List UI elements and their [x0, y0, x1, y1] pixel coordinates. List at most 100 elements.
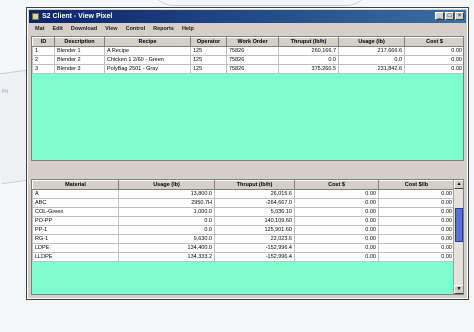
menu-control[interactable]: Control: [122, 26, 150, 32]
table-cell: Blender 1: [54, 46, 105, 56]
table-cell: 75826: [226, 64, 279, 74]
title-bar[interactable]: S2 Client - View Pixel _ □ ×: [29, 10, 466, 23]
table-cell: 0.0: [338, 55, 405, 65]
table-row[interactable]: 2 Blender 2 Chicken 1 2/60 - Green 125 7…: [32, 55, 463, 65]
table-row[interactable]: COL-Green 1,000.0 5,036.10 0.00 0.00: [32, 207, 455, 217]
col-header-thruput[interactable]: Thruput (lb/h): [278, 37, 339, 47]
table-cell: 0.00: [294, 243, 379, 253]
table-row[interactable]: 1 Blender 1 A Recipe 125 75826 260,166.7…: [32, 46, 463, 56]
col-header-cost[interactable]: Cost $: [404, 37, 463, 47]
menu-download[interactable]: Download: [67, 26, 101, 32]
table-cell: 5,036.10: [214, 207, 295, 217]
scroll-up-arrow-icon[interactable]: ▲: [454, 180, 463, 189]
material-pane: Material Usage (lb) Thruput (lb/h) Cost …: [31, 179, 464, 295]
table-cell: A Recipe: [104, 46, 191, 56]
window-app-icon[interactable]: [32, 13, 39, 20]
menu-bar: Mat Edit Download View Control Reports H…: [29, 24, 466, 34]
table-cell: 0.00: [378, 216, 455, 226]
table-cell: 0.00: [378, 198, 455, 208]
table-cell: PP-1: [32, 225, 119, 235]
table-cell: 0.00: [404, 46, 463, 56]
table-cell: 75826: [226, 55, 279, 65]
table-cell: Blender 3: [54, 64, 105, 74]
table-row[interactable]: PP-1 0.0 125,901.60 0.00 0.00: [32, 225, 455, 235]
table-cell: PolyBag 2501 - Gray: [104, 64, 191, 74]
background-decoration: [150, 0, 370, 6]
background-label: Pri: [2, 89, 9, 95]
table-cell: RG-1: [32, 234, 119, 244]
table-cell: 0.00: [294, 252, 379, 262]
col-header-work-order[interactable]: Work Order: [226, 37, 279, 47]
table-cell: 0.00: [294, 207, 379, 217]
scrollbar-thumb[interactable]: [455, 208, 463, 242]
col-header-thruput[interactable]: Thruput (lb/h): [214, 180, 295, 190]
menu-help[interactable]: Help: [178, 26, 198, 32]
table-cell: 0.00: [404, 55, 463, 65]
menu-edit[interactable]: Edit: [48, 26, 66, 32]
table-cell: A: [32, 189, 119, 199]
table-cell: 125: [190, 46, 227, 56]
table-cell: 0.0: [278, 55, 339, 65]
table-row[interactable]: A 13,800.0 26,015.6 0.00 0.00: [32, 189, 455, 199]
table-cell: 134,333.2: [118, 252, 215, 262]
table-cell: 0.00: [378, 234, 455, 244]
table-row[interactable]: LDPE 134,400.0 -152,996.4 0.00 0.00: [32, 243, 455, 253]
table-cell: 26,015.6: [214, 189, 295, 199]
col-header-description[interactable]: Description: [54, 37, 105, 47]
table-cell: 22,023.6: [214, 234, 295, 244]
minimize-button[interactable]: _: [435, 12, 444, 20]
table-cell: 0.00: [378, 243, 455, 253]
col-header-cost-per-lb[interactable]: Cost $/lb: [378, 180, 455, 190]
window-controls: _ □ ×: [435, 12, 464, 20]
table-cell: 0.00: [294, 216, 379, 226]
table-cell: 0.00: [378, 252, 455, 262]
table-cell: Blender 2: [54, 55, 105, 65]
col-header-usage[interactable]: Usage (lb): [338, 37, 405, 47]
table-cell: 0.00: [294, 225, 379, 235]
table-row[interactable]: RG-1 9,630.0 22,023.6 0.00 0.00: [32, 234, 455, 244]
table-row[interactable]: 3 Blender 3 PolyBag 2501 - Gray 125 7582…: [32, 64, 463, 74]
table-cell: 0.00: [378, 189, 455, 199]
table-cell: -264,667.0: [214, 198, 295, 208]
table-cell: 0.00: [378, 207, 455, 217]
col-header-recipe[interactable]: Recipe: [104, 37, 191, 47]
app-window: S2 Client - View Pixel _ □ × Mat Edit Do…: [26, 7, 469, 300]
table-cell: 1,000.0: [118, 207, 215, 217]
maximize-button[interactable]: □: [445, 12, 454, 20]
material-table-header: Material Usage (lb) Thruput (lb/h) Cost …: [32, 180, 455, 190]
table-cell: 2950.7H: [118, 198, 215, 208]
table-row[interactable]: ABC 2950.7H -264,667.0 0.00 0.00: [32, 198, 455, 208]
table-cell: 217,666.6: [338, 46, 405, 56]
table-cell: PO-PP: [32, 216, 119, 226]
col-header-operator[interactable]: Operator: [190, 37, 227, 47]
col-header-material[interactable]: Material: [32, 180, 119, 190]
table-cell: 375,260.5: [278, 64, 339, 74]
table-cell: 140,109.60: [214, 216, 295, 226]
table-cell: 125: [190, 55, 227, 65]
table-cell: 0.0: [118, 225, 215, 235]
col-header-id[interactable]: ID: [32, 37, 55, 47]
vertical-scrollbar[interactable]: ▲ ▼: [453, 180, 463, 294]
col-header-usage[interactable]: Usage (lb): [118, 180, 215, 190]
window-title: S2 Client - View Pixel: [42, 13, 113, 20]
table-cell: ABC: [32, 198, 119, 208]
table-cell: 134,400.0: [118, 243, 215, 253]
menu-mat[interactable]: Mat: [31, 26, 48, 32]
scroll-down-arrow-icon[interactable]: ▼: [454, 285, 463, 294]
col-header-cost[interactable]: Cost $: [294, 180, 379, 190]
table-cell: 3: [32, 64, 55, 74]
menu-view[interactable]: View: [101, 26, 121, 32]
blender-table-header: ID Description Recipe Operator Work Orde…: [32, 37, 463, 47]
table-cell: 231,842.6: [338, 64, 405, 74]
table-cell: 0.0: [118, 216, 215, 226]
table-cell: 1: [32, 46, 55, 56]
table-cell: 0.00: [404, 64, 463, 74]
material-table: Material Usage (lb) Thruput (lb/h) Cost …: [32, 180, 455, 262]
table-row[interactable]: PO-PP 0.0 140,109.60 0.00 0.00: [32, 216, 455, 226]
table-cell: COL-Green: [32, 207, 119, 217]
table-cell: 0.00: [294, 234, 379, 244]
menu-reports[interactable]: Reports: [149, 26, 178, 32]
table-cell: 0.00: [378, 225, 455, 235]
table-row[interactable]: LLDPE 134,333.2 -152,996.4 0.00 0.00: [32, 252, 455, 262]
close-button[interactable]: ×: [455, 12, 464, 20]
